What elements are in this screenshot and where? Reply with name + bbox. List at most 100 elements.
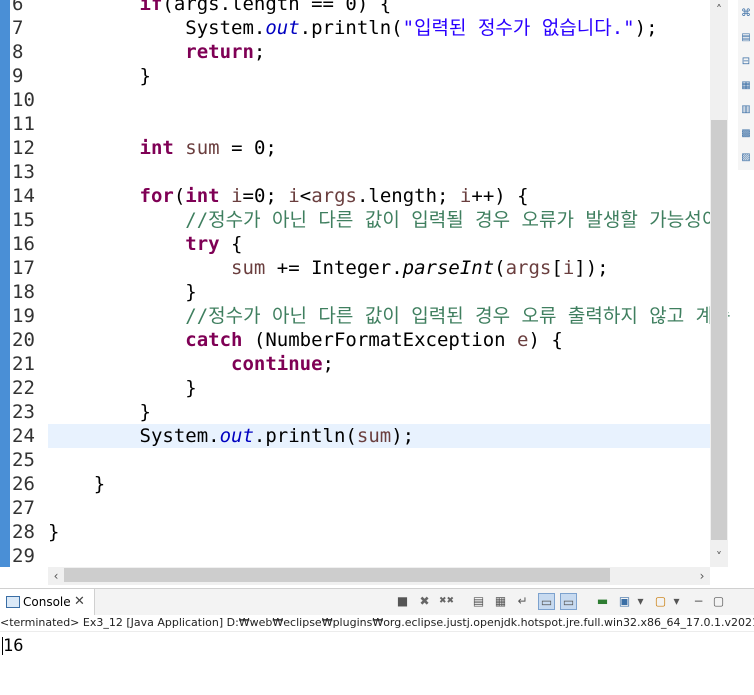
code-line[interactable]: 12 int sum = 0; — [0, 136, 710, 160]
show-on-stdout-icon[interactable]: ▭ — [538, 593, 555, 610]
scroll-up-icon[interactable]: ˄ — [710, 2, 728, 18]
code-token: ]); — [574, 257, 609, 279]
horizontal-scrollbar[interactable]: ‹ › — [48, 567, 710, 585]
code-text: if(args.length == 0) { — [48, 0, 392, 16]
close-icon[interactable]: ✕ — [74, 589, 85, 615]
code-token: } — [48, 377, 197, 399]
code-line[interactable]: 18 } — [0, 280, 710, 304]
display-console-icon[interactable]: ▣ — [616, 593, 633, 610]
code-line[interactable]: 19 //정수가 아닌 다른 값이 입력된 경우 오류 출력하지 않고 계속 — [0, 304, 731, 328]
task-list-icon[interactable]: ▤ — [740, 32, 752, 44]
code-line[interactable]: 10 — [0, 88, 710, 112]
minimize-icon[interactable]: − — [690, 593, 707, 610]
code-text: for(int i=0; i<args.length; i++) { — [48, 184, 529, 208]
code-line[interactable]: 6 if(args.length == 0) { — [0, 0, 710, 16]
code-token: e — [517, 329, 529, 351]
scroll-lock-icon[interactable]: ▦ — [492, 593, 509, 610]
code-text: } — [48, 280, 197, 304]
code-token: return — [185, 41, 254, 63]
code-token: continue — [231, 353, 323, 375]
code-token: } — [48, 281, 197, 303]
console-output[interactable]: 16 — [0, 631, 754, 695]
scroll-right-icon[interactable]: › — [694, 567, 710, 585]
code-line[interactable]: 7 System.out.println("입력된 정수가 없습니다."); — [0, 16, 710, 40]
code-line[interactable]: 23 } — [0, 400, 710, 424]
code-line[interactable]: 25 — [0, 448, 710, 472]
code-line[interactable]: 11 — [0, 112, 710, 136]
vertical-scrollbar[interactable]: ˄ ˅ — [710, 0, 728, 567]
code-line[interactable]: 29 — [0, 544, 710, 567]
code-token: for — [139, 185, 174, 207]
line-number: 23 — [12, 401, 35, 423]
library-icon[interactable]: ▩ — [740, 128, 752, 140]
horizontal-scroll-thumb[interactable] — [64, 568, 610, 582]
scroll-down-icon[interactable]: ˅ — [710, 549, 728, 565]
code-token: = 0; — [219, 137, 277, 159]
vertical-scroll-thumb[interactable] — [711, 120, 727, 540]
code-token: { — [219, 233, 243, 255]
line-number: 13 — [12, 161, 35, 183]
remove-all-launches-icon[interactable]: ✖✖ — [438, 593, 455, 610]
code-token: < — [299, 185, 312, 207]
chevron-down-icon[interactable]: ▾ — [632, 593, 649, 610]
maximize-icon[interactable]: ▢ — [710, 593, 727, 610]
code-text: } — [48, 376, 197, 400]
line-number: 21 — [12, 353, 35, 375]
java-perspective-icon[interactable]: ▦ — [740, 80, 752, 92]
code-line[interactable]: 13 — [0, 160, 710, 184]
show-on-stderr-icon[interactable]: ▭ — [560, 593, 577, 610]
code-line[interactable]: 24 System.out.println(sum); — [12, 424, 710, 448]
console-icon — [6, 596, 20, 608]
code-token: System. — [48, 425, 220, 447]
code-line[interactable]: 26 } — [0, 472, 710, 496]
code-token: ( — [173, 185, 186, 207]
line-number: 8 — [12, 41, 24, 63]
chevron-down-icon[interactable]: ▾ — [668, 593, 685, 610]
code-token: .length; — [356, 185, 460, 207]
code-token: //정수가 아닌 다른 값이 입력된 경우 오류 출력하지 않고 계속 — [185, 305, 731, 327]
code-line[interactable]: 9 } — [0, 64, 710, 88]
code-line[interactable]: 15 //정수가 아닌 다른 값이 입력될 경우 오류가 발생할 가능성이 — [0, 208, 719, 232]
code-line[interactable]: 16 try { — [0, 232, 710, 256]
package-icon[interactable]: ▥ — [740, 104, 752, 116]
line-number: 19 — [12, 305, 35, 327]
code-token: .println( — [299, 17, 403, 39]
code-line[interactable]: 27 — [0, 496, 710, 520]
code-editor[interactable]: 6 if(args.length == 0) {7 System.out.pri… — [0, 0, 738, 567]
pin-console-icon[interactable]: ▬ — [594, 593, 611, 610]
code-line[interactable]: 17 sum += Integer.parseInt(args[i]); — [0, 256, 710, 280]
code-text: //정수가 아닌 다른 값이 입력된 경우 오류 출력하지 않고 계속 — [48, 304, 731, 328]
code-token: sum — [231, 257, 266, 279]
word-wrap-icon[interactable]: ↵ — [514, 593, 531, 610]
code-token: if — [139, 0, 163, 15]
hierarchy-icon[interactable]: ⊟ — [740, 56, 752, 68]
scroll-left-icon[interactable]: ‹ — [48, 567, 64, 585]
console-output-line: 16 — [3, 636, 24, 656]
image-icon[interactable]: ▨ — [740, 152, 752, 164]
code-token: .println( — [253, 425, 357, 447]
stop-icon[interactable]: ■ — [394, 593, 411, 610]
line-number: 27 — [12, 497, 35, 519]
line-number: 25 — [12, 449, 35, 471]
line-number: 28 — [12, 521, 35, 543]
code-line[interactable]: 14 for(int i=0; i<args.length; i++) { — [0, 184, 710, 208]
clear-console-icon[interactable]: ▤ — [470, 593, 487, 610]
open-console-icon[interactable]: ▢ — [652, 593, 669, 610]
remove-launch-icon[interactable]: ✖ — [416, 593, 433, 610]
code-line[interactable]: 20 catch (NumberFormatException e) { — [0, 328, 710, 352]
code-line[interactable]: 22 } — [0, 376, 710, 400]
code-line[interactable]: 21 continue; — [0, 352, 710, 376]
change-marker — [0, 424, 10, 448]
console-tab[interactable]: Console ✕ — [0, 589, 95, 615]
code-line[interactable]: 28} — [0, 520, 710, 544]
code-token: int — [185, 185, 220, 207]
outline-icon[interactable]: ⌘ — [740, 8, 752, 20]
code-line[interactable]: 8 return; — [0, 40, 710, 64]
code-token: ) { — [528, 329, 563, 351]
line-number: 22 — [12, 377, 35, 399]
